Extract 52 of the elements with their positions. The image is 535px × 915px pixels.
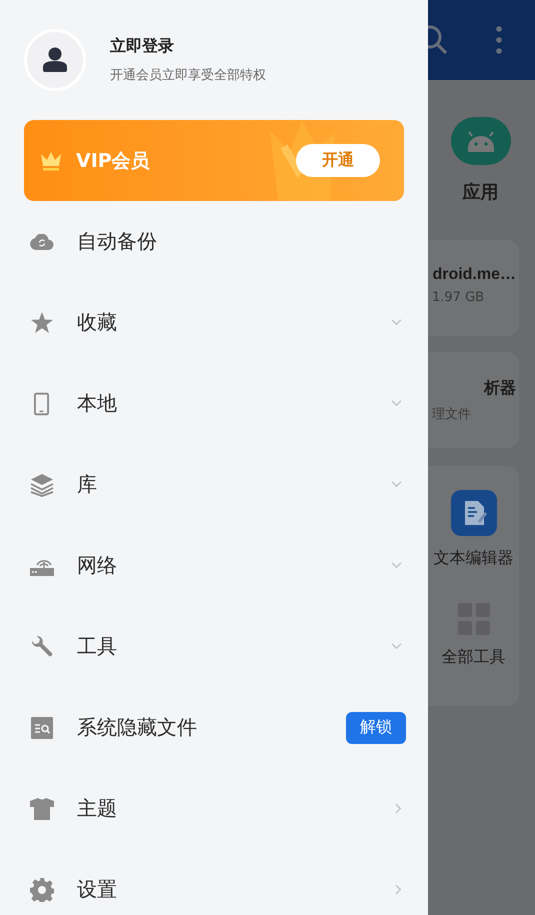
phone-icon <box>34 392 49 416</box>
wrench-icon <box>30 635 53 658</box>
document-edit-icon[interactable] <box>450 490 496 536</box>
menu-label: 库 <box>77 471 98 498</box>
chevron-down-icon[interactable] <box>391 481 402 488</box>
menu-label: 系统隐藏文件 <box>77 714 198 741</box>
card-subtitle: 1.97 GB <box>432 290 484 305</box>
menu-item[interactable]: 收藏 <box>0 282 428 363</box>
storage-card[interactable]: droid.me… 1.97 GB <box>428 240 519 336</box>
menu-label: 自动备份 <box>77 228 158 255</box>
chevron-down-icon[interactable] <box>391 319 402 326</box>
app-label: 应用 <box>462 181 498 204</box>
layers-icon <box>30 472 54 496</box>
card-title: droid.me… <box>432 266 516 284</box>
card-title: 析器 <box>484 378 516 399</box>
more-icon[interactable] <box>496 26 502 54</box>
profile-subtitle: 开通会员立即享受全部特权 <box>110 67 266 84</box>
chevron-down-icon[interactable] <box>391 400 402 407</box>
menu-label: 收藏 <box>77 309 118 336</box>
avatar-icon[interactable] <box>24 29 86 91</box>
crown-icon <box>38 150 64 172</box>
vip-label: VIP会员 <box>76 148 151 174</box>
menu-item[interactable]: 网络 <box>0 525 428 606</box>
android-icon[interactable] <box>450 117 510 165</box>
chevron-right-icon <box>395 884 402 895</box>
menu-label: 本地 <box>77 390 118 417</box>
chevron-down-icon[interactable] <box>391 643 402 650</box>
menu-label: 主题 <box>77 795 118 822</box>
storage-card[interactable]: 析器 理文件 <box>428 352 519 448</box>
login-link[interactable]: 立即登录 <box>110 36 266 57</box>
menu-item[interactable]: 工具 <box>0 606 428 687</box>
menu-item[interactable]: 设置 <box>0 849 428 915</box>
menu-label: 工具 <box>77 633 118 660</box>
menu-item[interactable]: 系统隐藏文件 解锁 <box>0 687 428 768</box>
search-icon[interactable] <box>428 25 450 55</box>
settings-icon <box>30 878 54 902</box>
menu-item[interactable]: 自动备份 <box>0 201 428 282</box>
unlock-button[interactable]: 解锁 <box>346 712 406 744</box>
menu-item[interactable]: 本地 <box>0 363 428 444</box>
chevron-right-icon <box>395 803 402 814</box>
shirt-icon <box>30 796 54 820</box>
tool-label: 文本编辑器 <box>434 548 514 569</box>
menu-item[interactable]: 库 <box>0 444 428 525</box>
card-subtitle: 理文件 <box>432 406 471 423</box>
menu-label: 网络 <box>77 552 118 579</box>
star-icon <box>30 311 54 334</box>
document-search-icon <box>30 716 52 738</box>
tool-label: 全部工具 <box>442 647 506 668</box>
cloud-sync-icon <box>30 234 54 250</box>
menu-label: 设置 <box>77 876 118 903</box>
menu-item[interactable]: 主题 <box>0 768 428 849</box>
chevron-down-icon[interactable] <box>391 562 402 569</box>
